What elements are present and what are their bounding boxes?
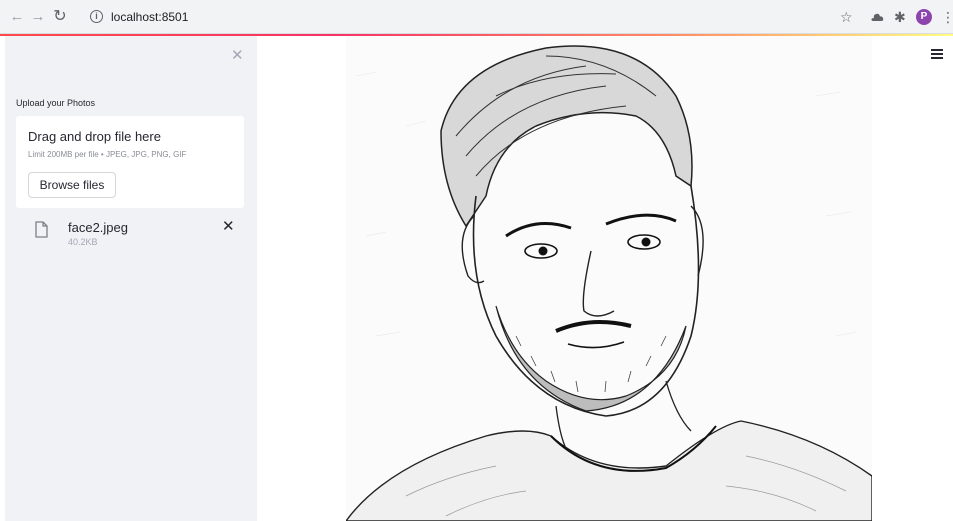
star-icon[interactable]: ☆ (840, 9, 853, 25)
upload-label: Upload your Photos (16, 98, 96, 108)
remove-file-icon[interactable]: ✕ (222, 219, 235, 235)
forward-arrow-icon[interactable]: → (30, 9, 46, 25)
dropzone-title: Drag and drop file here (28, 129, 161, 144)
close-icon[interactable]: ✕ (231, 48, 244, 64)
hamburger-menu-icon[interactable] (931, 49, 943, 59)
main-content (257, 36, 953, 521)
file-name: face2.jpeg (68, 220, 128, 235)
sketch-portrait-image (346, 36, 872, 521)
uploaded-file-item: face2.jpeg 40.2KB ✕ (16, 216, 244, 256)
browse-files-button[interactable]: Browse files (28, 172, 116, 198)
dropzone-limit-text: Limit 200MB per file • JPEG, JPG, PNG, G… (28, 150, 187, 159)
sidebar: ✕ Upload your Photos Drag and drop file … (0, 36, 257, 521)
back-arrow-icon[interactable]: ← (9, 9, 25, 25)
profile-avatar[interactable]: P (916, 9, 932, 25)
browser-toolbar: ← → ↻ i localhost:8501 ☆ ✱ P ⋮ (0, 0, 953, 34)
file-icon (35, 221, 48, 238)
file-dropzone[interactable]: Drag and drop file here Limit 200MB per … (16, 116, 244, 208)
address-bar[interactable]: i localhost:8501 (78, 5, 868, 29)
file-size: 40.2KB (68, 237, 98, 247)
url-text[interactable]: localhost:8501 (111, 10, 188, 24)
reload-icon[interactable]: ↻ (52, 9, 68, 25)
cloud-extension-icon[interactable] (870, 10, 884, 24)
puzzle-icon[interactable]: ✱ (894, 9, 906, 25)
kebab-menu-icon[interactable]: ⋮ (941, 9, 953, 25)
info-icon[interactable]: i (90, 10, 103, 23)
